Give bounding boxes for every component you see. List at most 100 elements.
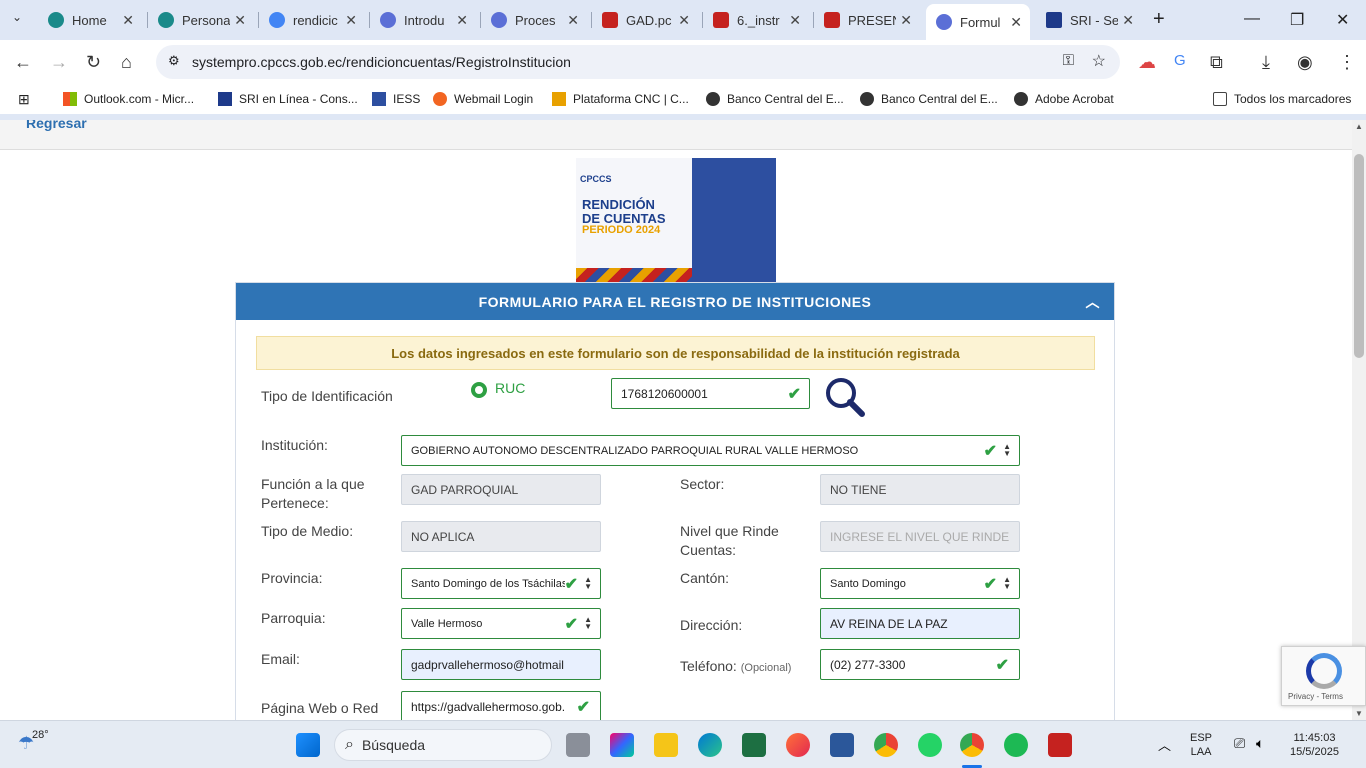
canton-select[interactable]: Santo Domingo ✔ ▲ ▼ bbox=[820, 568, 1020, 599]
whatsapp-icon[interactable] bbox=[918, 733, 942, 757]
restore-icon[interactable]: ❐ bbox=[1290, 10, 1304, 30]
parroquia-select[interactable]: Valle Hermoso ✔ ▲ ▼ bbox=[401, 608, 601, 639]
tab-rendicion[interactable]: rendicic ✕ bbox=[259, 6, 365, 34]
telefono-input[interactable]: (02) 277-3300 ✔ bbox=[820, 649, 1020, 680]
firefox-icon[interactable] bbox=[786, 733, 810, 757]
acrobat-icon[interactable] bbox=[1048, 733, 1072, 757]
tab-gad-pdf[interactable]: GAD.pc ✕ bbox=[592, 6, 698, 34]
tab-persona[interactable]: Persona ✕ bbox=[148, 6, 254, 34]
back-icon[interactable]: ← bbox=[14, 52, 32, 73]
copilot-icon[interactable] bbox=[610, 733, 634, 757]
windows-start-icon[interactable] bbox=[296, 733, 320, 757]
bookmark-star-icon[interactable]: ☆ bbox=[1092, 51, 1106, 71]
folder-icon bbox=[1213, 92, 1227, 106]
weather-temp: 28° bbox=[32, 729, 49, 741]
extensions-puzzle-icon[interactable]: ⧉ bbox=[1210, 52, 1223, 73]
page-scrollbar[interactable]: ▲ ▼ bbox=[1352, 120, 1366, 720]
provincia-select[interactable]: Santo Domingo de los Tsáchilas ✔ ▲ ▼ bbox=[401, 568, 601, 599]
tab-presentacion[interactable]: PRESEN ✕ bbox=[814, 6, 920, 34]
bookmarks-bar: ⊞ Outlook.com - Micr... SRI en Línea - C… bbox=[0, 86, 1366, 114]
close-icon[interactable]: ✕ bbox=[567, 12, 579, 29]
tab-formulario[interactable]: Formul ✕ bbox=[926, 4, 1030, 40]
recaptcha-links[interactable]: Privacy - Terms bbox=[1288, 692, 1343, 701]
apps-grid-icon[interactable]: ⊞ bbox=[18, 91, 30, 108]
close-icon[interactable]: ✕ bbox=[1010, 14, 1022, 31]
sri-icon bbox=[218, 92, 232, 106]
check-icon: ✔ bbox=[564, 616, 578, 633]
tab-instructivo[interactable]: 6._instr ✕ bbox=[703, 6, 809, 34]
task-view-icon[interactable] bbox=[566, 733, 590, 757]
reload-icon[interactable]: ↻ bbox=[86, 52, 101, 73]
pagina-web-input[interactable]: https://gadvallehermoso.gob. ✔ bbox=[401, 691, 601, 720]
close-icon[interactable]: ✕ bbox=[1122, 12, 1134, 29]
translate-icon[interactable]: G bbox=[1174, 52, 1186, 69]
download-icon[interactable]: ⤓ bbox=[1262, 52, 1270, 73]
webmail-icon bbox=[433, 92, 447, 106]
edge-icon[interactable] bbox=[698, 733, 722, 757]
close-icon[interactable]: ✕ bbox=[122, 12, 134, 29]
email-input[interactable]: gadprvallehermoso@hotmail bbox=[401, 649, 601, 680]
bookmark-adobe[interactable]: Adobe Acrobat bbox=[1014, 92, 1114, 106]
banner-illustration bbox=[692, 158, 776, 282]
bookmark-banco-central-1[interactable]: Banco Central del E... bbox=[706, 92, 844, 106]
bookmark-outlook[interactable]: Outlook.com - Micr... bbox=[63, 92, 194, 106]
back-link[interactable]: Regresar bbox=[26, 120, 87, 131]
direccion-input[interactable]: AV REINA DE LA PAZ bbox=[820, 608, 1020, 639]
institucion-select[interactable]: GOBIERNO AUTONOMO DESCENTRALIZADO PARROQ… bbox=[401, 435, 1020, 466]
cpccs-icon bbox=[380, 12, 396, 28]
bookmark-webmail[interactable]: Webmail Login bbox=[433, 92, 533, 106]
close-icon[interactable]: ✕ bbox=[345, 12, 357, 29]
volume-icon[interactable]: 🔈︎ bbox=[1256, 735, 1264, 752]
close-icon[interactable]: ✕ bbox=[456, 12, 468, 29]
forward-icon[interactable]: → bbox=[50, 52, 68, 73]
ruc-radio[interactable] bbox=[471, 382, 487, 398]
chrome-icon[interactable] bbox=[874, 733, 898, 757]
scroll-down-icon[interactable]: ▼ bbox=[1355, 709, 1363, 718]
window-close-icon[interactable]: ✕ bbox=[1336, 10, 1349, 30]
close-icon[interactable]: ✕ bbox=[900, 12, 912, 29]
tab-sri[interactable]: SRI - Se ✕ bbox=[1036, 6, 1142, 34]
language-indicator[interactable]: ESP LAA bbox=[1190, 731, 1212, 759]
search-icon[interactable] bbox=[824, 376, 866, 423]
bookmark-banco-central-2[interactable]: Banco Central del E... bbox=[860, 92, 998, 106]
word-icon[interactable] bbox=[830, 733, 854, 757]
all-bookmarks[interactable]: Todos los marcadores bbox=[1213, 92, 1351, 106]
file-explorer-icon[interactable] bbox=[654, 733, 678, 757]
close-icon[interactable]: ✕ bbox=[234, 12, 246, 29]
network-icon[interactable]: ⎚ bbox=[1234, 735, 1245, 752]
check-icon: ✔ bbox=[564, 574, 578, 594]
chevron-up-icon[interactable]: ︿ bbox=[1086, 292, 1101, 312]
tab-proceso[interactable]: Proces ✕ bbox=[481, 6, 587, 34]
tab-introduccion[interactable]: Introdu ✕ bbox=[370, 6, 476, 34]
clock[interactable]: 11:45:03 15/5/2025 bbox=[1290, 731, 1339, 759]
scroll-up-icon[interactable]: ▲ bbox=[1355, 122, 1363, 131]
page-content: Regresar CPCCS RENDICIÓN DE CUENTAS PERI… bbox=[0, 120, 1352, 720]
home-icon[interactable]: ⌂ bbox=[121, 52, 132, 73]
recaptcha-badge[interactable]: Privacy - Terms bbox=[1281, 646, 1366, 706]
new-tab-icon[interactable]: + bbox=[1153, 8, 1165, 31]
close-icon[interactable]: ✕ bbox=[678, 12, 690, 29]
key-icon[interactable]: ⚿ bbox=[1063, 52, 1074, 69]
excel-icon[interactable] bbox=[742, 733, 766, 757]
bookmark-cnc[interactable]: Plataforma CNC | C... bbox=[552, 92, 689, 106]
tab-home[interactable]: Home ✕ bbox=[38, 6, 142, 34]
check-icon: ✔ bbox=[983, 576, 997, 593]
minimize-icon[interactable]: — bbox=[1244, 10, 1260, 28]
close-icon[interactable]: ✕ bbox=[789, 12, 801, 29]
bookmark-iess[interactable]: IESS bbox=[372, 92, 420, 106]
form-header[interactable]: FORMULARIO PARA EL REGISTRO DE INSTITUCI… bbox=[236, 283, 1114, 320]
profile-avatar[interactable]: ◉ bbox=[1297, 52, 1313, 73]
cpccs-logo: CPCCS bbox=[580, 174, 612, 184]
scrollbar-thumb[interactable] bbox=[1354, 154, 1364, 358]
menu-icon[interactable]: ⋮ bbox=[1338, 52, 1356, 73]
bookmark-sri[interactable]: SRI en Línea - Cons... bbox=[218, 92, 358, 106]
taskbar-search[interactable]: ⌕ Búsqueda bbox=[334, 729, 552, 761]
tab-search-icon[interactable]: ⌄ bbox=[12, 10, 22, 24]
site-info-icon[interactable]: ⚙ bbox=[168, 53, 180, 69]
ruc-input[interactable]: 1768120600001 ✔ bbox=[611, 378, 810, 409]
spotify-icon[interactable] bbox=[1004, 733, 1028, 757]
chrome-active-icon[interactable] bbox=[960, 733, 984, 757]
chevron-up-icon[interactable]: ︿ bbox=[1158, 735, 1171, 754]
address-bar[interactable]: ⚙ systempro.cpccs.gob.ec/rendicioncuenta… bbox=[156, 45, 1120, 79]
extension-icon[interactable]: ☁ bbox=[1138, 52, 1156, 73]
